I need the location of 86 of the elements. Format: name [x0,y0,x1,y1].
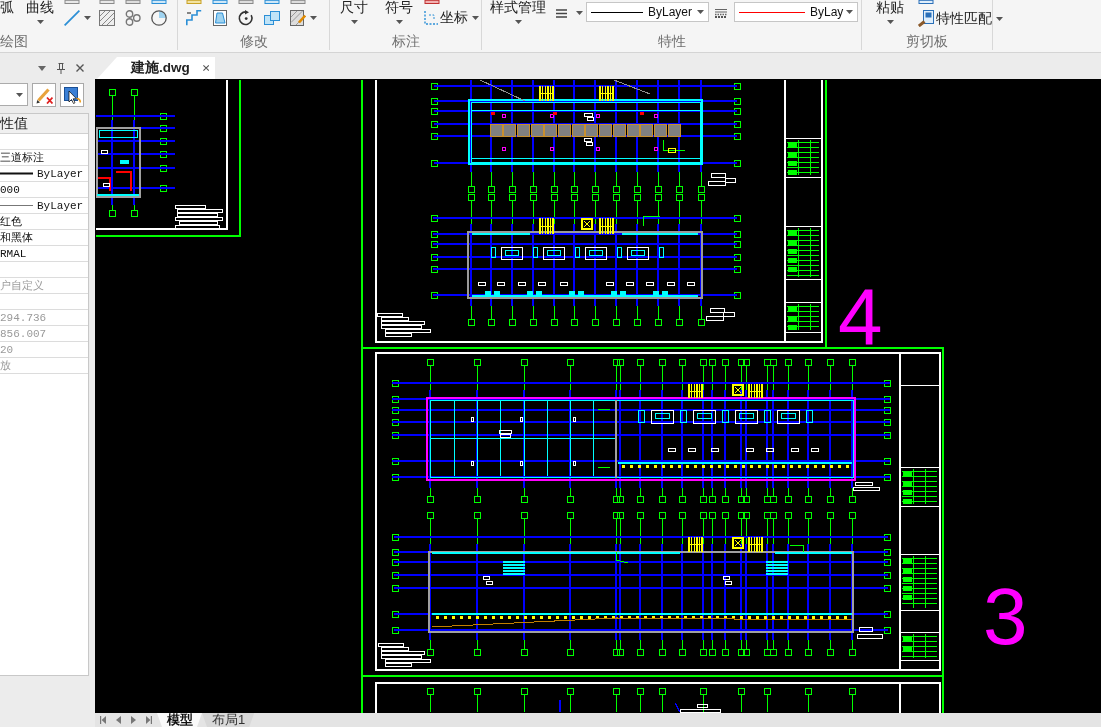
toolbar-icon[interactable] [99,0,115,4]
layout-tab[interactable]: 模型 [157,713,202,727]
line-icon[interactable] [64,10,80,26]
pin-icon[interactable] [57,62,65,74]
property-value[interactable]: 和黑体 [0,230,33,245]
panel-title: 修改 [239,34,268,49]
toolbar-icon[interactable] [64,0,80,4]
toolbar-icon[interactable] [151,0,167,4]
document-icon[interactable] [212,10,228,26]
dotted-axes-icon [424,11,438,25]
close-icon[interactable] [76,64,84,72]
toolbar-icon[interactable] [290,0,306,4]
brush-window-icon [918,10,934,27]
caret-icon [886,20,894,24]
ribbon-button[interactable]: 尺寸 [340,0,368,24]
ribbon-button[interactable]: 样式管理 [490,0,546,24]
note-block-drawing [707,172,736,186]
caret-icon[interactable] [310,16,317,20]
panel-title: 标注 [391,34,420,49]
property-value[interactable]: ByLayer [37,166,84,181]
toolbar-icon[interactable] [424,0,440,4]
toolbar-button[interactable] [32,83,56,107]
ribbon-button[interactable]: 特性匹配 [918,10,1003,27]
ribbon-button[interactable]: 曲线 [26,0,54,24]
note-block-drawing [856,626,883,639]
next-icon[interactable] [131,716,136,724]
line-sample-icon [0,172,33,175]
color-dropdown[interactable]: ByLay [734,2,858,22]
close-icon[interactable] [202,64,209,72]
toolbar-icon[interactable] [212,0,228,4]
caret-icon [846,10,853,14]
panel-title: 剪切板 [906,34,948,49]
property-value[interactable]: 三道标注 [0,150,44,165]
boxes-icon[interactable] [264,10,280,26]
note-block-drawing [377,642,431,667]
line-sample-icon [0,204,33,207]
previous-icon[interactable] [116,716,121,724]
column-header: 性值 [0,115,28,131]
linetype-dropdown[interactable]: ByLayer [586,2,709,22]
toolbar-icon[interactable] [125,0,141,4]
rotate-icon[interactable] [238,10,254,26]
hatch-pencil-icon[interactable] [290,10,306,26]
caret-icon [697,10,704,14]
caret-icon [996,16,1003,21]
toolbar-icon[interactable] [918,0,934,4]
selection-dropdown[interactable] [0,83,28,106]
note-block-drawing [174,204,223,229]
panel-title: 绘图 [0,34,28,49]
toolbar-icon[interactable] [264,0,280,4]
property-value[interactable]: RMAL [0,246,27,261]
caret-icon [514,20,522,24]
note-block-drawing [852,481,880,491]
cursor-window-icon [63,86,81,104]
caret-icon[interactable] [38,65,46,71]
toolbar-button[interactable] [60,83,84,107]
caret-icon [16,92,23,97]
lines-icon[interactable] [556,9,567,18]
property-value[interactable]: 000 [0,182,20,197]
circle-segment-icon[interactable] [151,10,167,26]
ribbon-button[interactable]: 符号 [385,0,413,24]
sheet-number: 3 [983,572,1028,661]
layout-tab[interactable]: 布局1 [202,713,255,727]
pencil-cross-icon [35,86,53,104]
property-value[interactable]: ByLayer [37,198,84,213]
note-block-drawing [376,312,431,337]
first-icon[interactable] [100,716,106,724]
cluster-icon[interactable] [125,10,141,26]
caret-icon [395,20,403,24]
toolbar-icon[interactable] [238,0,254,4]
hatch-icon[interactable] [99,10,115,26]
caret-icon [472,16,479,20]
caret-icon[interactable] [84,16,91,20]
lineweight-icon[interactable] [715,9,727,18]
note-block-drawing [705,307,735,321]
step-line-icon[interactable] [186,10,202,26]
panel-title: 特性 [657,34,686,49]
caret-icon [350,20,358,24]
caret-icon[interactable] [576,11,583,15]
caret-icon [36,20,44,24]
last-icon[interactable] [146,716,152,724]
ribbon-button[interactable]: 粘贴 [876,0,904,24]
sheet-number: 4 [838,272,883,361]
property-value[interactable]: 红色 [0,214,22,229]
ribbon-button[interactable]: 坐标 [424,10,479,26]
ribbon-button[interactable]: 弧 [0,0,14,15]
document-tab[interactable]: 建施.dwg [97,57,215,79]
